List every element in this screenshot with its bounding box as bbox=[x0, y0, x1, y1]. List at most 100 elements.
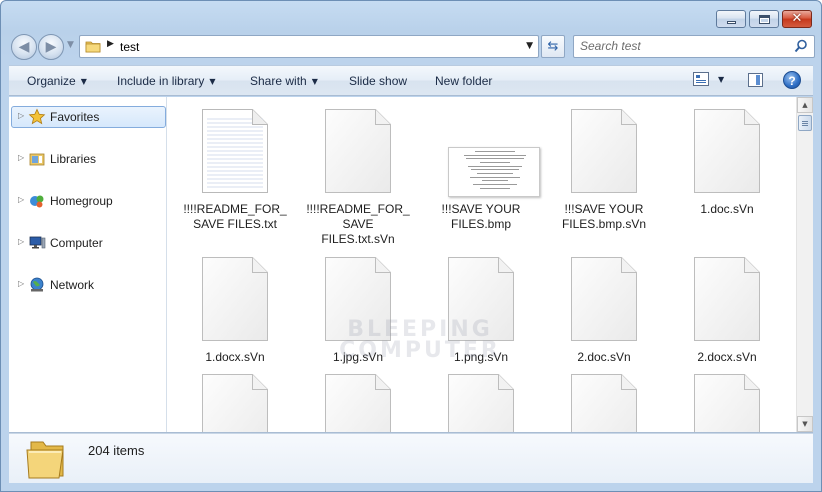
breadcrumb-separator-icon[interactable]: ▶ bbox=[107, 39, 114, 49]
expand-arrow-icon[interactable]: ▷ bbox=[18, 237, 24, 246]
caret-down-icon: ▼ bbox=[209, 77, 216, 86]
blank-document-icon bbox=[325, 109, 391, 193]
share-with-button[interactable]: Share with ▼ bbox=[250, 74, 318, 88]
slide-show-button[interactable]: Slide show bbox=[349, 74, 407, 88]
preview-pane-icon[interactable] bbox=[748, 73, 763, 87]
main-body: ▷ Favorites ▷ Libraries ▷ Homegroup ▷ Co… bbox=[9, 97, 813, 433]
include-in-library-label: Include in library bbox=[117, 74, 205, 88]
blank-document-icon bbox=[571, 109, 637, 193]
search-icon[interactable] bbox=[794, 39, 808, 53]
libraries-icon bbox=[29, 153, 45, 166]
maximize-icon bbox=[759, 15, 770, 24]
file-item[interactable] bbox=[660, 362, 780, 432]
star-icon bbox=[28, 108, 46, 125]
blank-document-icon bbox=[448, 374, 514, 432]
file-name: !!!!README_FOR_ SAVE FILES.txt bbox=[183, 202, 287, 231]
nav-item-label: Libraries bbox=[50, 152, 97, 166]
blank-document-icon bbox=[325, 374, 391, 432]
address-bar[interactable]: ▶ test ▼ bbox=[79, 35, 539, 58]
item-count: 204 items bbox=[88, 443, 145, 458]
network-icon bbox=[30, 277, 44, 292]
slide-show-label: Slide show bbox=[349, 74, 408, 88]
scroll-up-button[interactable]: ▲ bbox=[797, 97, 813, 113]
nav-item-computer[interactable]: ▷ Computer bbox=[9, 232, 167, 254]
caret-down-icon: ▼ bbox=[311, 77, 318, 86]
file-item[interactable]: !!!!README_FOR_ SAVE FILES.txt bbox=[168, 97, 288, 237]
file-item[interactable] bbox=[537, 362, 657, 432]
new-folder-button[interactable]: New folder bbox=[435, 74, 492, 88]
expand-arrow-icon[interactable]: ▷ bbox=[18, 279, 24, 288]
details-pane: 204 items bbox=[9, 433, 813, 483]
share-with-label: Share with bbox=[250, 74, 307, 88]
caption-buttons: ✕ bbox=[716, 10, 812, 28]
arrow-left-icon: ◀ bbox=[18, 39, 30, 55]
file-item[interactable] bbox=[414, 362, 534, 432]
close-button[interactable]: ✕ bbox=[782, 10, 812, 28]
change-view-icon[interactable] bbox=[693, 72, 709, 86]
refresh-icon: ⇆ bbox=[547, 39, 559, 54]
expand-arrow-icon[interactable]: ▷ bbox=[18, 111, 24, 120]
blank-document-icon bbox=[448, 257, 514, 341]
recent-pages-button[interactable]: ▼ bbox=[67, 40, 74, 50]
blank-document-icon bbox=[694, 257, 760, 341]
blank-document-icon bbox=[571, 374, 637, 432]
arrow-right-icon: ▶ bbox=[45, 39, 57, 55]
file-item[interactable] bbox=[291, 362, 411, 432]
include-in-library-button[interactable]: Include in library ▼ bbox=[117, 74, 216, 88]
search-input[interactable] bbox=[580, 39, 780, 53]
image-thumbnail bbox=[448, 109, 540, 197]
nav-item-label: Favorites bbox=[50, 110, 100, 124]
back-button[interactable]: ◀ bbox=[11, 34, 37, 60]
forward-button[interactable]: ▶ bbox=[38, 34, 64, 60]
blank-document-icon bbox=[694, 374, 760, 432]
vertical-scrollbar[interactable]: ▲ ▼ bbox=[796, 97, 813, 432]
blank-document-icon bbox=[694, 109, 760, 193]
text-document-icon bbox=[202, 109, 268, 193]
blank-document-icon bbox=[325, 257, 391, 341]
file-item[interactable]: !!!SAVE YOUR FILES.bmp.sVn bbox=[537, 97, 657, 237]
nav-item-favorites[interactable]: ▷ Favorites bbox=[9, 106, 167, 128]
view-options-dropdown-icon[interactable]: ▼ bbox=[718, 75, 724, 84]
folder-icon bbox=[26, 441, 64, 479]
address-dropdown-icon[interactable]: ▼ bbox=[526, 41, 533, 51]
ransom-note-image-icon bbox=[448, 147, 540, 197]
scroll-down-button[interactable]: ▼ bbox=[797, 416, 813, 432]
close-icon: ✕ bbox=[791, 11, 803, 26]
homegroup-icon bbox=[30, 195, 44, 208]
file-name: !!!SAVE YOUR FILES.bmp.sVn bbox=[561, 202, 647, 231]
nav-item-libraries[interactable]: ▷ Libraries bbox=[9, 148, 167, 170]
folder-icon bbox=[85, 41, 101, 53]
nav-item-label: Network bbox=[50, 278, 95, 292]
file-item[interactable]: !!!!README_FOR_ SAVE FILES.txt.sVn bbox=[291, 97, 411, 246]
scroll-thumb[interactable] bbox=[798, 115, 812, 131]
nav-item-network[interactable]: ▷ Network bbox=[9, 274, 167, 296]
blank-document-icon bbox=[571, 257, 637, 341]
caret-down-icon: ▼ bbox=[80, 77, 87, 86]
file-item[interactable]: !!!SAVE YOUR FILES.bmp bbox=[414, 97, 540, 237]
command-bar: Organize ▼ Include in library ▼ Share with… bbox=[9, 65, 813, 96]
file-item[interactable] bbox=[168, 362, 288, 432]
expand-arrow-icon[interactable]: ▷ bbox=[18, 195, 24, 204]
blank-document-icon bbox=[202, 374, 268, 432]
organize-button[interactable]: Organize ▼ bbox=[27, 74, 87, 88]
expand-arrow-icon[interactable]: ▷ bbox=[18, 153, 24, 162]
maximize-button[interactable] bbox=[749, 10, 779, 28]
navigation-pane: ▷ Favorites ▷ Libraries ▷ Homegroup ▷ Co… bbox=[9, 97, 167, 432]
nav-item-homegroup[interactable]: ▷ Homegroup bbox=[9, 190, 167, 212]
help-button[interactable]: ? bbox=[783, 71, 801, 89]
nav-item-label: Homegroup bbox=[50, 194, 113, 208]
address-row: ◀ ▶ ▼ ▶ test ▼ ⇆ bbox=[9, 34, 815, 60]
file-item[interactable]: 1.doc.sVn bbox=[660, 97, 780, 237]
breadcrumb-test[interactable]: test bbox=[120, 40, 139, 54]
refresh-button[interactable]: ⇆ bbox=[541, 35, 565, 58]
blank-document-icon bbox=[202, 257, 268, 341]
search-box[interactable] bbox=[573, 35, 815, 58]
file-name: 1.doc.sVn bbox=[700, 202, 754, 216]
minimize-icon bbox=[727, 21, 736, 24]
file-list: !!!!README_FOR_ SAVE FILES.txt !!!!READM… bbox=[168, 97, 796, 432]
new-folder-label: New folder bbox=[435, 74, 493, 88]
minimize-button[interactable] bbox=[716, 10, 746, 28]
file-name: !!!SAVE YOUR FILES.bmp bbox=[441, 202, 521, 231]
file-name: !!!!README_FOR_ SAVE FILES.txt.sVn bbox=[306, 202, 410, 246]
organize-label: Organize bbox=[27, 74, 76, 88]
